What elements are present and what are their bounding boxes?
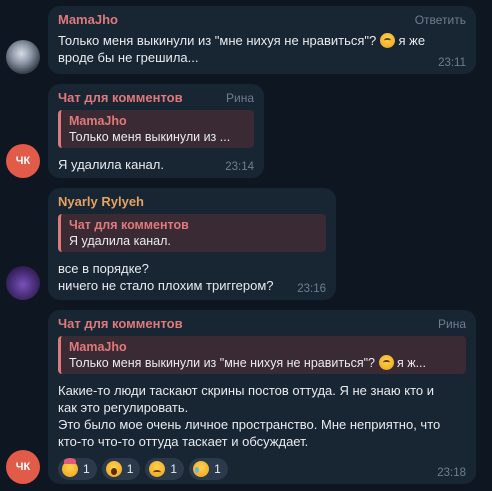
- sender-name[interactable]: Чат для комментов: [58, 90, 254, 106]
- reaction-party[interactable]: 1: [58, 458, 97, 480]
- reply-text: Только меня выкинули из ...: [69, 130, 231, 144]
- avatar-chat[interactable]: ЧК: [6, 144, 40, 178]
- avatar-nyarly[interactable]: [6, 266, 40, 300]
- author-signature: Рина: [437, 317, 466, 331]
- message-bubble-3[interactable]: Nyarly Rylyeh Чат для комментов Я удалил…: [48, 188, 336, 300]
- party-face-icon: [62, 458, 78, 477]
- reactions-bar: 1 1 1 1: [58, 458, 466, 480]
- avatar-mamajho[interactable]: [6, 40, 40, 74]
- timestamp: 23:16: [297, 283, 326, 295]
- reaction-count: 1: [214, 462, 221, 476]
- message-bubble-2[interactable]: Чат для комментов Рина MamaJho Только ме…: [48, 84, 264, 178]
- author-signature: Рина: [225, 91, 254, 105]
- screaming-face-icon: [105, 461, 122, 477]
- reply-action[interactable]: Ответить: [415, 13, 466, 27]
- timestamp: 23:18: [437, 467, 466, 479]
- reply-text: Я удалила канал.: [69, 234, 171, 248]
- sender-name[interactable]: Nyarly Rylyeh: [58, 194, 326, 210]
- reply-name: MamaJho: [69, 114, 127, 128]
- reaction-count: 1: [83, 462, 90, 476]
- crying-face-icon: [193, 461, 210, 477]
- reply-quote[interactable]: Чат для комментов Я удалила канал.: [58, 214, 326, 252]
- message-text: Какие-то люди таскают скрины постов отту…: [58, 383, 441, 449]
- sender-name[interactable]: Чат для комментов: [58, 316, 466, 332]
- message-text: все в порядке? ничего не стало плохим тр…: [58, 261, 274, 293]
- reply-name: MamaJho: [69, 340, 127, 354]
- timestamp: 23:14: [225, 161, 254, 173]
- reaction-scream[interactable]: 1: [101, 458, 141, 480]
- pleading-face-icon: [378, 355, 394, 370]
- pleading-face-icon: [379, 33, 395, 48]
- message-bubble-1[interactable]: MamaJho Ответить Только меня выкинули из…: [48, 6, 476, 74]
- reaction-count: 1: [170, 462, 178, 476]
- reply-text: Только меня выкинули из "мне нихуя не нр…: [69, 355, 427, 370]
- reply-quote[interactable]: MamaJho Только меня выкинули из "мне них…: [58, 336, 466, 374]
- sender-name[interactable]: MamaJho: [58, 12, 466, 28]
- reaction-cry[interactable]: 1: [189, 458, 228, 480]
- reply-quote[interactable]: MamaJho Только меня выкинули из ...: [58, 110, 254, 148]
- reply-name: Чат для комментов: [69, 218, 189, 232]
- message-text: Только меня выкинули из "мне нихуя не нр…: [58, 33, 426, 65]
- sad-face-icon: [149, 461, 166, 477]
- reaction-count: 1: [126, 462, 134, 476]
- message-bubble-4[interactable]: Чат для комментов Рина MamaJho Только ме…: [48, 310, 476, 484]
- timestamp: 23:11: [438, 57, 466, 69]
- reaction-sad[interactable]: 1: [145, 458, 185, 480]
- avatar-chat[interactable]: ЧК: [6, 450, 40, 484]
